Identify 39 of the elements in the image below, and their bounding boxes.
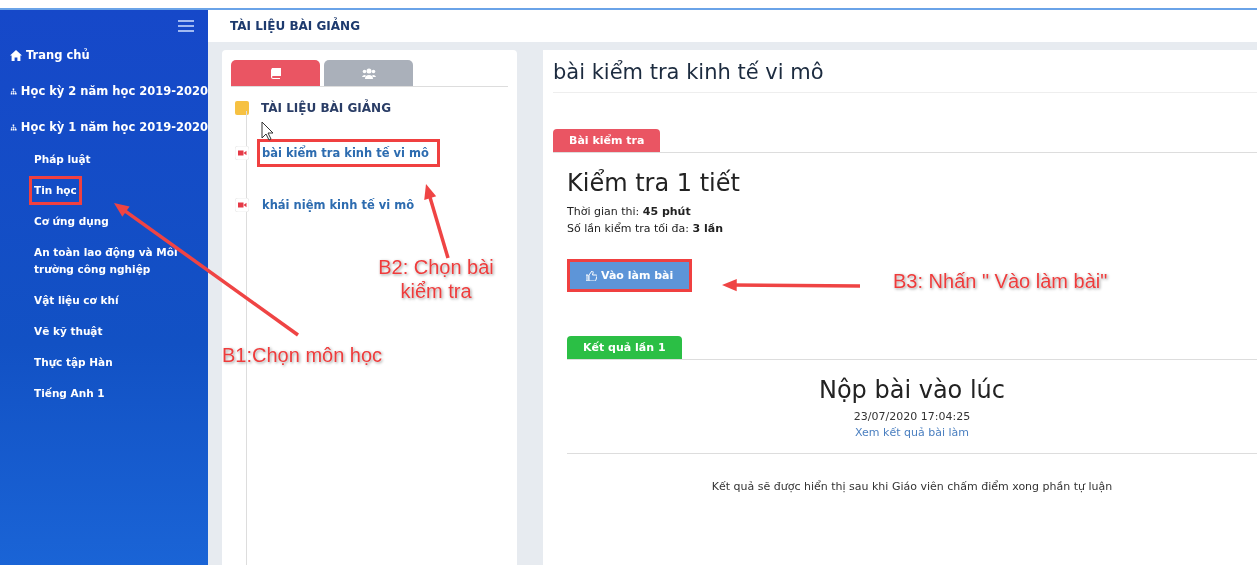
lesson-title: bài kiểm tra kinh tế vi mô [553, 60, 1257, 93]
lesson-link[interactable]: khái niệm kinh tế vi mô [257, 191, 426, 219]
subject-item[interactable]: An toàn lao động và Môi trường công nghiệp [29, 238, 189, 284]
annotation-label: B3: Nhấn " Vào làm bài" [893, 269, 1108, 293]
annotation-label: B1:Chọn môn học [222, 343, 383, 367]
annotation-label: B2: Chọn bài kiểm tra [377, 255, 495, 303]
exam-tab[interactable]: Bài kiểm tra [553, 129, 661, 152]
subject-item[interactable]: Tiếng Anh 1 [29, 379, 110, 408]
subject-item[interactable]: Pháp luật [29, 145, 96, 174]
exam-info: Số lần kiểm tra tối đa: 3 lần [567, 221, 723, 237]
menu-button[interactable] [176, 18, 196, 34]
subject-item[interactable]: Cơ ứng dụng [29, 207, 114, 236]
book-tab[interactable] [231, 60, 320, 86]
users-tab[interactable] [324, 60, 413, 86]
result-note: Kết quả sẽ được hiển thị sau khi Giáo viên chấm điểm xong phần tự luận [710, 480, 1114, 493]
sidebar-item[interactable]: Học kỳ 1 năm học 2019-2020 [10, 120, 208, 134]
subject-item[interactable]: Tin học [29, 176, 82, 205]
subject-item[interactable]: Vẽ kỹ thuật [29, 317, 108, 346]
lesson-link[interactable]: bài kiểm tra kinh tế vi mô [257, 139, 440, 167]
book-icon [270, 67, 281, 79]
folder-square-icon [235, 101, 249, 115]
exam-title: Kiểm tra 1 tiết [567, 169, 740, 197]
users-icon [361, 67, 376, 79]
thumbs-up-icon [586, 270, 597, 281]
subject-item[interactable]: Thực tập Hàn [29, 348, 118, 377]
home-icon [10, 49, 22, 61]
subject-item[interactable]: Vật liệu cơ khí [29, 286, 124, 315]
video-camera-icon [235, 198, 249, 212]
menu-icon [178, 20, 194, 32]
sidebar-item[interactable]: Học kỳ 2 năm học 2019-2020 [10, 84, 208, 98]
page-title: TÀI LIỆU BÀI GIẢNG [230, 19, 360, 33]
submitted-time: 23/07/2020 17:04:25 [853, 410, 971, 423]
section-title: TÀI LIỆU BÀI GIẢNG [261, 101, 391, 115]
view-result-link[interactable]: Xem kết quả bài làm [855, 426, 969, 439]
exam-info: Thời gian thi: 45 phút [567, 204, 691, 220]
mouse-cursor-icon [261, 121, 274, 141]
submitted-heading: Nộp bài vào lúc [818, 376, 1005, 404]
video-camera-icon [235, 146, 249, 160]
sidebar-item[interactable]: Trang chủ [10, 48, 208, 62]
